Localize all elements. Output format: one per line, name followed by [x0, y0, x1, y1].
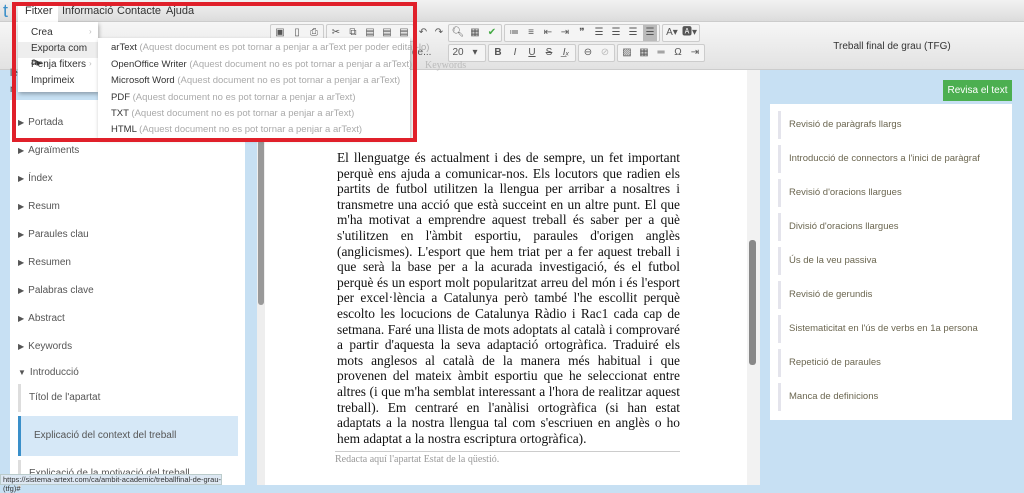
logo[interactable]: t: [3, 1, 8, 22]
document-title: Treball final de grau (TFG): [833, 41, 951, 52]
chevron-down-icon: ▾: [472, 47, 478, 58]
caret-right-icon: ▶: [18, 146, 25, 155]
check-item[interactable]: Manca de definicions: [778, 383, 1003, 411]
blockquote-icon[interactable]: ❞: [575, 25, 589, 41]
check-item[interactable]: Divisió d'oracions llargues: [778, 213, 1003, 241]
subnav-item-context-selected[interactable]: Explicació del context del treball: [18, 416, 238, 456]
nav-item-index[interactable]: ▶ Índex: [18, 173, 53, 184]
text-color-icon[interactable]: A▾: [665, 25, 679, 41]
font-size-select[interactable]: 20: [451, 45, 465, 61]
bg-color-icon[interactable]: 🅰▾: [682, 25, 697, 41]
justify-icon[interactable]: ☰: [643, 25, 657, 41]
bullet-list-icon[interactable]: ≡: [524, 25, 538, 41]
underline-icon[interactable]: U: [525, 45, 539, 61]
nav-label: Agraïments: [28, 145, 80, 156]
document-paragraph[interactable]: El llenguatge és actualment i des de sem…: [337, 150, 680, 446]
previous-section-hint: Keywords: [425, 60, 467, 71]
check-item[interactable]: Revisió d'oracions llargues: [778, 179, 1003, 207]
nav-label: Abstract: [28, 313, 65, 324]
link-icon[interactable]: ⊖: [581, 45, 595, 61]
check-item[interactable]: Revisió de paràgrafs llargs: [778, 111, 1003, 139]
highlight-box: [12, 2, 417, 142]
next-section-placeholder[interactable]: Redacta aquí l'apartat Estat de la qüest…: [335, 451, 680, 465]
align-center-icon[interactable]: ☰: [609, 25, 623, 41]
numbered-list-icon[interactable]: ≔: [507, 25, 521, 41]
strike-icon[interactable]: S: [542, 45, 556, 61]
nav-label: Palabras clave: [28, 285, 94, 296]
caret-right-icon: ▶: [18, 286, 25, 295]
page-break-icon[interactable]: ⇥: [688, 45, 702, 61]
caret-right-icon: ▶: [18, 202, 25, 211]
nav-label: Resum: [28, 201, 60, 212]
check-item[interactable]: Revisió de gerundis: [778, 281, 1003, 309]
nav-label: Resumen: [28, 257, 71, 268]
nav-label: Introducció: [29, 367, 79, 378]
check-item[interactable]: Introducció de connectors a l'inici de p…: [778, 145, 1003, 173]
outdent-icon[interactable]: ⇤: [541, 25, 555, 41]
nav-item-resum[interactable]: ▶ Resum: [18, 201, 60, 212]
subnav-item-titol[interactable]: Títol de l'apartat: [18, 384, 238, 412]
nav-label: Keywords: [28, 341, 73, 352]
align-left-icon[interactable]: ☰: [592, 25, 606, 41]
caret-right-icon: ▶: [18, 258, 25, 267]
align-right-icon[interactable]: ☰: [626, 25, 640, 41]
nav-item-abstract[interactable]: ▶ Abstract: [18, 313, 65, 324]
clear-format-icon[interactable]: I̲ₓ: [559, 45, 573, 61]
nav-item-palabras-clave[interactable]: ▶ Palabras clave: [18, 285, 94, 296]
select-all-icon[interactable]: ▦: [468, 25, 482, 41]
check-item[interactable]: Ús de la veu passiva: [778, 247, 1003, 275]
caret-right-icon: ▶: [18, 342, 25, 351]
review-checks-panel: Revisió de paràgrafs llargs Introducció …: [770, 104, 1012, 420]
hr-icon[interactable]: ═: [654, 45, 668, 61]
nav-label: Paraules clau: [28, 229, 89, 240]
indent-icon[interactable]: ⇥: [558, 25, 572, 41]
status-bar-url: https://sistema-artext.com/ca/ambit-acad…: [0, 474, 222, 493]
caret-right-icon: ▶: [18, 174, 25, 183]
section-navigator: ▶ Portada ▶ Agraïments ▶ Índex ▶ Resum ▶ Para…: [10, 100, 245, 488]
caret-down-icon: ▼: [18, 368, 26, 377]
undo-icon[interactable]: ↶: [416, 25, 430, 41]
unlink-icon[interactable]: ⊘: [598, 45, 612, 61]
check-item[interactable]: Repetició de paraules: [778, 349, 1003, 377]
editor-scrollbar-thumb[interactable]: [749, 240, 756, 365]
omega-icon[interactable]: Ω: [671, 45, 685, 61]
nav-label: Índex: [28, 173, 53, 184]
nav-item-introduccio[interactable]: ▼ Introducció: [18, 367, 79, 378]
spellcheck-icon[interactable]: ✔: [485, 25, 499, 41]
nav-item-keywords[interactable]: ▶ Keywords: [18, 341, 72, 352]
find-icon[interactable]: 🔍︎: [451, 25, 465, 41]
image-icon[interactable]: ▨: [620, 45, 634, 61]
bold-icon[interactable]: B: [491, 45, 505, 61]
table-icon[interactable]: ▦: [637, 45, 651, 61]
left-scrollbar-thumb[interactable]: [258, 140, 264, 305]
caret-right-icon: ▶: [18, 230, 25, 239]
nav-item-paraules-clau[interactable]: ▶ Paraules clau: [18, 229, 89, 240]
check-item[interactable]: Sistematicitat en l'ús de verbs en 1a pe…: [778, 315, 1003, 343]
italic-icon[interactable]: I: [508, 45, 522, 61]
review-text-button[interactable]: Revisa el text: [943, 80, 1012, 101]
nav-item-agraiments[interactable]: ▶ Agraïments: [18, 145, 79, 156]
nav-item-resumen[interactable]: ▶ Resumen: [18, 257, 71, 268]
redo-icon[interactable]: ↷: [432, 25, 446, 41]
caret-right-icon: ▶: [18, 314, 25, 323]
